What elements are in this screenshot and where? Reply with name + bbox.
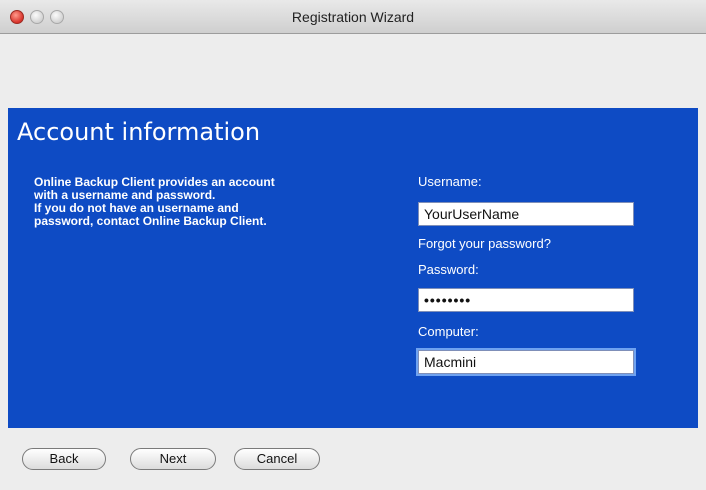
page-heading: Account information — [17, 118, 261, 146]
next-button[interactable]: Next — [130, 448, 216, 470]
computer-label: Computer: — [418, 324, 479, 339]
title-bar: Registration Wizard — [0, 0, 706, 34]
description-line: password, contact Online Backup Client. — [34, 214, 267, 228]
window-title: Registration Wizard — [291, 9, 415, 25]
account-information-panel: Account information Online Backup Client… — [8, 108, 698, 428]
back-button[interactable]: Back — [22, 448, 106, 470]
forgot-password-link[interactable]: Forgot your password? — [418, 236, 551, 251]
username-field[interactable]: YourUserName — [418, 202, 634, 226]
cancel-button[interactable]: Cancel — [234, 448, 320, 470]
password-field[interactable]: •••••••• — [418, 288, 634, 312]
computer-field[interactable]: Macmini — [418, 350, 634, 374]
password-label: Password: — [418, 262, 479, 277]
username-label: Username: — [418, 174, 482, 189]
account-description: Online Backup Client provides an account… — [34, 176, 354, 228]
registration-wizard-window: Registration Wizard Account information … — [0, 0, 706, 490]
